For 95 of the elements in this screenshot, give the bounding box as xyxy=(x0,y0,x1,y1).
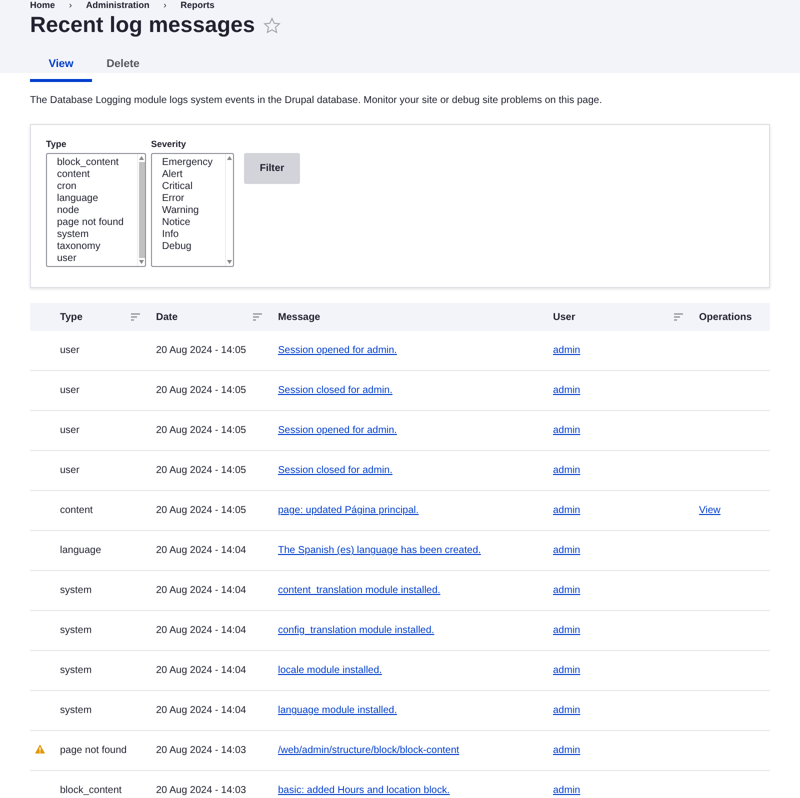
message-link[interactable]: The Spanish (es) language has been created. xyxy=(278,545,481,556)
user-link[interactable]: admin xyxy=(553,705,580,716)
type-text: system xyxy=(60,665,92,676)
date-text: 20 Aug 2024 - 14:05 xyxy=(156,385,246,396)
column-header: User xyxy=(553,312,576,322)
scroll-down-arrow-icon[interactable] xyxy=(139,260,144,264)
type-text: page not found xyxy=(60,745,127,756)
type-text: block_content xyxy=(60,785,122,796)
breadcrumb-link[interactable]: Reports xyxy=(180,0,215,10)
type-text: user xyxy=(60,465,80,476)
list-option[interactable]: node xyxy=(57,205,137,217)
date-text: 20 Aug 2024 - 14:05 xyxy=(156,425,246,436)
list-option[interactable]: Warning xyxy=(162,205,225,217)
warning-icon xyxy=(35,744,45,754)
list-option[interactable]: Emergency xyxy=(162,157,225,169)
user-link[interactable]: admin xyxy=(553,505,580,516)
list-option[interactable]: Notice xyxy=(162,217,225,229)
date-text: 20 Aug 2024 - 14:04 xyxy=(156,705,246,716)
date-text: 20 Aug 2024 - 14:03 xyxy=(156,745,246,756)
message-link[interactable]: basic: added Hours and location block. xyxy=(278,785,450,796)
type-text: content xyxy=(60,505,93,516)
user-link[interactable]: admin xyxy=(553,625,580,636)
message-link[interactable]: Session opened for admin. xyxy=(278,425,397,436)
sort-icon[interactable] xyxy=(253,313,262,321)
date-text: 20 Aug 2024 - 14:04 xyxy=(156,665,246,676)
user-link[interactable]: admin xyxy=(553,785,580,796)
column-header: Operations xyxy=(699,312,752,322)
date-text: 20 Aug 2024 - 14:04 xyxy=(156,545,246,556)
message-link[interactable]: locale module installed. xyxy=(278,665,382,676)
description-text: The Database Logging module logs system events in the Drupal database. Monitor your site or debug site problems on this page. xyxy=(30,94,603,107)
date-text: 20 Aug 2024 - 14:04 xyxy=(156,585,246,596)
field-label: Type xyxy=(46,139,68,150)
breadcrumb-link[interactable]: Home xyxy=(30,0,56,10)
message-link[interactable]: content_translation module installed. xyxy=(278,585,440,596)
breadcrumb-link[interactable]: Administration xyxy=(86,0,150,10)
user-link[interactable]: admin xyxy=(553,745,580,756)
list-option[interactable]: user xyxy=(57,253,137,265)
sort-icon[interactable] xyxy=(674,313,683,321)
favorite-star-icon[interactable] xyxy=(262,16,281,34)
list-option[interactable]: taxonomy xyxy=(57,241,137,253)
breadcrumb-separator: › xyxy=(164,0,167,10)
view-link[interactable]: View xyxy=(699,505,720,516)
scroll-up-arrow-icon[interactable] xyxy=(227,156,232,160)
user-link[interactable]: admin xyxy=(553,385,580,396)
user-link[interactable]: admin xyxy=(553,345,580,356)
message-link[interactable]: page: updated Página principal. xyxy=(278,505,419,516)
type-text: language xyxy=(60,545,102,556)
page-title: Recent log messages xyxy=(30,12,255,38)
list-option[interactable]: Alert xyxy=(162,169,225,181)
type-text: user xyxy=(60,345,80,356)
message-link[interactable]: config_translation module installed. xyxy=(278,625,434,636)
tab[interactable]: View xyxy=(30,50,92,82)
message-link[interactable]: Session closed for admin. xyxy=(278,465,393,476)
column-header: Message xyxy=(278,312,320,322)
scrollbar-thumb[interactable] xyxy=(138,162,144,258)
date-text: 20 Aug 2024 - 14:03 xyxy=(156,785,246,796)
user-link[interactable]: admin xyxy=(553,425,580,436)
message-link[interactable]: Session closed for admin. xyxy=(278,385,393,396)
type-text: user xyxy=(60,425,80,436)
tab[interactable]: Delete xyxy=(92,50,154,82)
listbox[interactable]: block_content content cron language node page not found system taxonomy user xyxy=(46,153,146,267)
date-text: 20 Aug 2024 - 14:05 xyxy=(156,505,246,516)
breadcrumb-separator: › xyxy=(69,0,72,10)
message-link[interactable]: language module installed. xyxy=(278,705,397,716)
listbox[interactable]: Emergency Alert Critical Error Warning Notice Info Debug xyxy=(151,153,234,267)
type-text: system xyxy=(60,585,92,596)
date-text: 20 Aug 2024 - 14:04 xyxy=(156,625,246,636)
column-header: Date xyxy=(156,312,178,322)
list-option[interactable]: cron xyxy=(57,181,137,193)
field-label: Severity xyxy=(151,139,188,150)
list-option[interactable]: page not found xyxy=(57,217,137,229)
date-text: 20 Aug 2024 - 14:05 xyxy=(156,345,246,356)
filter-button[interactable]: Filter xyxy=(244,153,300,184)
list-option[interactable]: language xyxy=(57,193,137,205)
list-option[interactable]: Debug xyxy=(162,241,225,253)
list-option[interactable]: Critical xyxy=(162,181,225,193)
message-link[interactable]: Session opened for admin. xyxy=(278,345,397,356)
type-text: system xyxy=(60,705,92,716)
user-link[interactable]: admin xyxy=(553,545,580,556)
list-option[interactable]: Error xyxy=(162,193,225,205)
column-header: Type xyxy=(60,312,83,322)
user-link[interactable]: admin xyxy=(553,465,580,476)
type-text: user xyxy=(60,385,80,396)
scroll-down-arrow-icon[interactable] xyxy=(227,260,232,264)
user-link[interactable]: admin xyxy=(553,585,580,596)
scroll-up-arrow-icon[interactable] xyxy=(139,156,144,160)
sort-icon[interactable] xyxy=(131,313,140,321)
list-option[interactable]: Info xyxy=(162,229,225,241)
type-text: system xyxy=(60,625,92,636)
list-option[interactable]: block_content xyxy=(57,157,137,169)
list-option[interactable]: content xyxy=(57,169,137,181)
message-link[interactable]: /web/admin/structure/block/block-content xyxy=(278,745,460,756)
user-link[interactable]: admin xyxy=(553,665,580,676)
date-text: 20 Aug 2024 - 14:05 xyxy=(156,465,246,476)
list-option[interactable]: system xyxy=(57,229,137,241)
